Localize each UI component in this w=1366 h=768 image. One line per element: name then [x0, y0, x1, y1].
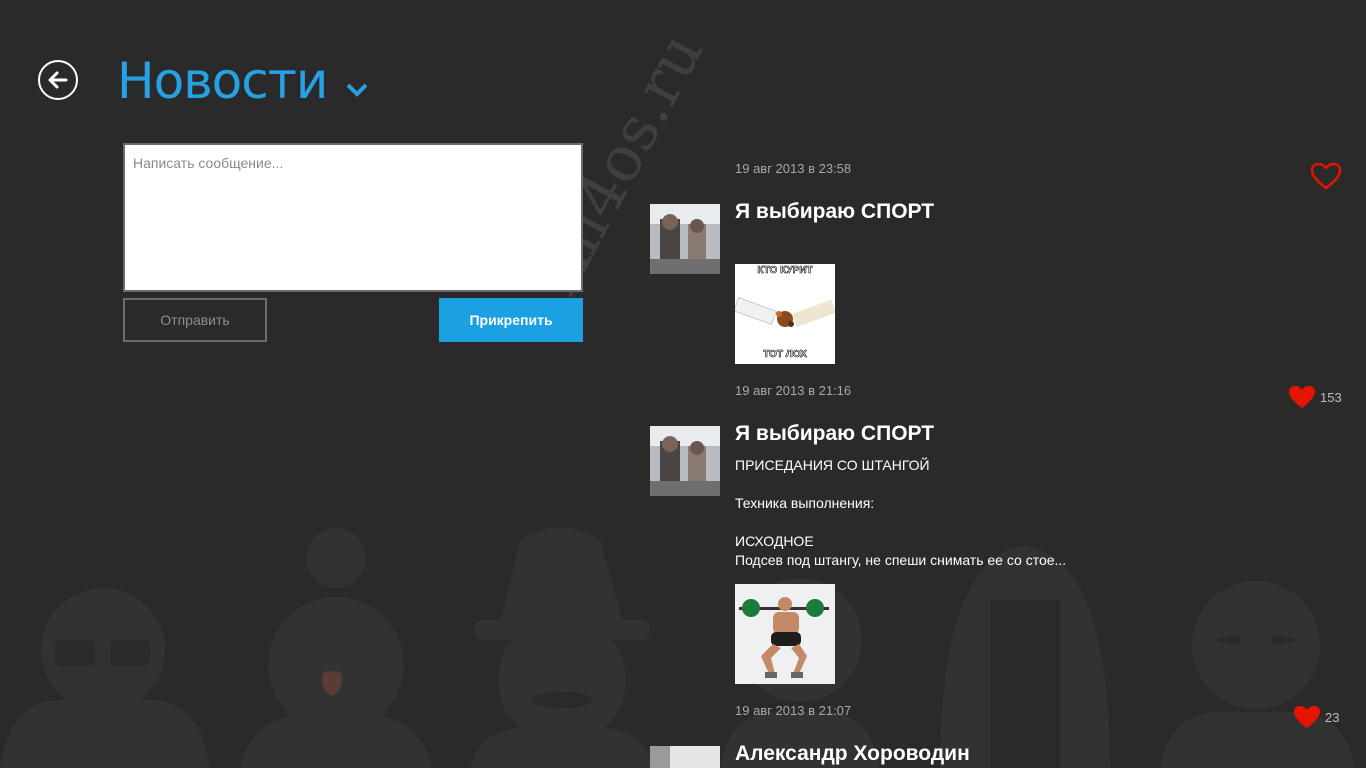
message-input[interactable]: [123, 143, 583, 292]
author-avatar[interactable]: [650, 746, 720, 768]
like-count: 23: [1325, 710, 1340, 725]
page-title: Новости: [117, 52, 328, 110]
author-avatar[interactable]: [650, 426, 720, 496]
like-count: 153: [1320, 390, 1342, 405]
post-author[interactable]: Я выбираю СПОРТ: [735, 200, 934, 224]
image-caption-bottom: ТОТ ЛОХ: [763, 349, 807, 361]
image-caption-top: КТО КУРИТ: [757, 265, 813, 277]
like-filled-icon[interactable]: [1292, 704, 1322, 730]
post-date: 19 авг 2013 в 21:07: [735, 703, 852, 718]
post-author[interactable]: Александр Хороводин: [735, 742, 970, 766]
post-image[interactable]: КТО КУРИТ ТОТ ЛОХ: [735, 264, 835, 364]
back-button[interactable]: [38, 60, 78, 100]
post-image[interactable]: [735, 584, 835, 684]
post-date: 19 авг 2013 в 21:16: [735, 383, 852, 398]
like-filled-icon[interactable]: [1287, 384, 1317, 410]
like-outline-icon[interactable]: [1310, 162, 1342, 190]
post-author[interactable]: Я выбираю СПОРТ: [735, 422, 934, 446]
attach-button[interactable]: Прикрепить: [439, 298, 583, 342]
post-date: 19 авг 2013 в 23:58: [735, 161, 852, 176]
chevron-down-icon[interactable]: [346, 83, 368, 97]
send-button[interactable]: Отправить: [123, 298, 267, 342]
author-avatar[interactable]: [650, 204, 720, 274]
post-text: ПРИСЕДАНИЯ СО ШТАНГОЙ Техника выполнения…: [735, 457, 1067, 568]
back-arrow-icon: [48, 71, 68, 89]
